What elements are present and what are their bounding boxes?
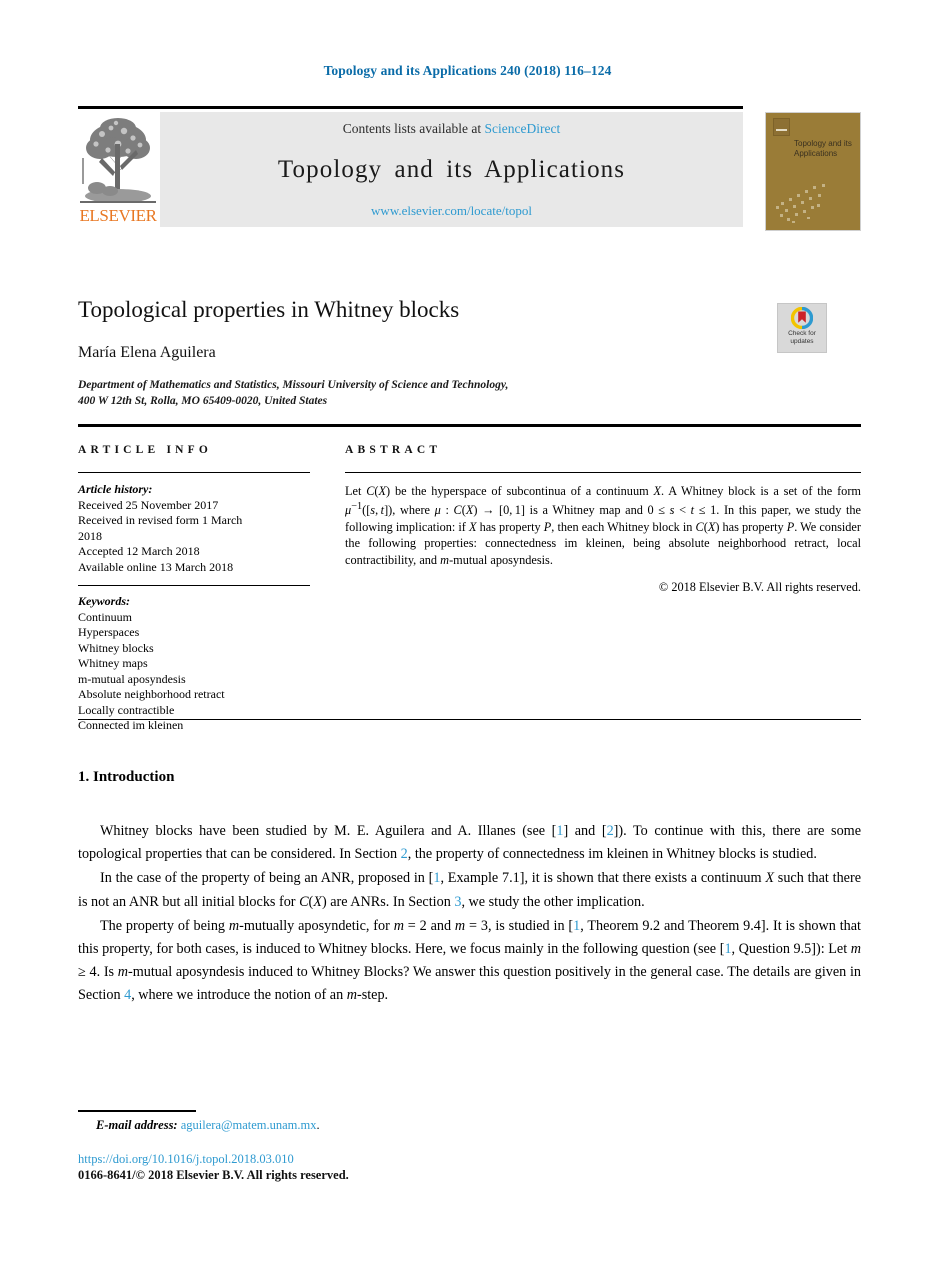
article-history-label: Article history: <box>78 482 153 496</box>
journal-cover-thumbnail[interactable]: Topology and its Applications <box>765 112 861 231</box>
info-block-top-rule <box>78 424 861 427</box>
paper-page: Topology and its Applications 240 (2018)… <box>0 0 935 1266</box>
article-history: Article history: Received 25 November 20… <box>78 482 310 575</box>
author-affiliation: Department of Mathematics and Statistics… <box>78 378 698 409</box>
sciencedirect-link[interactable]: ScienceDirect <box>485 121 561 136</box>
article-history-item: Received in revised form 1 March <box>78 513 243 527</box>
author-name: María Elena Aguilera <box>78 344 216 361</box>
article-history-item: Accepted 12 March 2018 <box>78 544 200 558</box>
contents-prefix: Contents lists available at <box>342 121 485 136</box>
keywords-top-rule <box>78 585 310 586</box>
running-head: Topology and its Applications 240 (2018)… <box>323 63 612 78</box>
footnote-rule <box>78 1110 196 1112</box>
abstract-rule <box>345 472 861 473</box>
article-history-item: Received 25 November 2017 <box>78 497 219 512</box>
keyword-item: Whitney maps <box>78 656 148 670</box>
abstract-heading: ABSTRACT <box>345 444 442 456</box>
keyword-item: Locally contractible <box>78 702 175 717</box>
abstract-body: Let C(X) be the hyperspace of subcontinu… <box>345 484 862 567</box>
email-label: E-mail address: <box>96 1118 178 1132</box>
introduction-body: Whitney blocks have been studied by M. E… <box>78 820 861 1008</box>
abstract-copyright: © 2018 Elsevier B.V. All rights reserved… <box>658 580 861 595</box>
masthead-top-rule <box>78 106 743 109</box>
cover-fractal-graphic <box>774 176 836 224</box>
journal-masthead: ELSEVIER Contents lists available at Sci… <box>78 112 743 227</box>
citation-link-1[interactable]: 1 <box>433 870 440 886</box>
section-link-3[interactable]: 3 <box>454 894 461 910</box>
article-history-item: Available online 13 March 2018 <box>78 559 234 574</box>
issn-copyright-line: 0166-8641/© 2018 Elsevier B.V. All right… <box>78 1168 349 1182</box>
journal-title: Topology and its Applications <box>277 156 626 183</box>
crossmark-badge[interactable]: Check for updates <box>777 303 827 353</box>
keyword-item: Hyperspaces <box>78 625 140 639</box>
elsevier-tree-icon <box>80 114 156 206</box>
citation-link-2[interactable]: 2 <box>607 823 614 839</box>
article-info-column: ARTICLE INFO Article history: Received 2… <box>78 444 310 734</box>
article-info-rule <box>78 472 310 473</box>
keyword-item: Continuum <box>78 609 133 624</box>
keyword-item: Whitney blocks <box>78 640 154 655</box>
email-period: . <box>316 1118 320 1132</box>
paragraph: In the case of the property of being an … <box>78 870 861 910</box>
section-heading-introduction: 1. Introduction <box>78 769 175 785</box>
cover-title: Topology and its Applications <box>794 139 852 158</box>
masthead-band: Contents lists available at ScienceDirec… <box>160 112 743 227</box>
affiliation-line-2: 400 W 12th St, Rolla, MO 65409-0020, Uni… <box>78 394 328 407</box>
citation-link-1[interactable]: 1 <box>573 918 580 934</box>
abstract-column: ABSTRACT Let C(X) be the hyperspace of s… <box>345 444 861 595</box>
crossmark-icon <box>790 306 814 330</box>
paragraph: The property of being m-mutually aposynd… <box>78 917 861 1004</box>
article-history-item: 2018 <box>78 528 102 543</box>
email-link[interactable]: aguilera@matem.unam.mx <box>181 1118 317 1132</box>
keyword-item: m-mutual aposyndesis <box>78 671 186 686</box>
cover-elsevier-mark-icon <box>773 118 790 136</box>
doi-link[interactable]: https://doi.org/10.1016/j.topol.2018.03.… <box>78 1152 294 1167</box>
keywords-label: Keywords: <box>78 594 130 608</box>
affiliation-line-1: Department of Mathematics and Statistics… <box>78 379 509 391</box>
keyword-item: Absolute neighborhood retract <box>78 687 225 701</box>
crossmark-label: Check for updates <box>778 330 826 346</box>
footnote-email: E-mail address: aguilera@matem.unam.mx. <box>96 1118 320 1133</box>
elsevier-wordmark: ELSEVIER <box>79 206 157 225</box>
section-link-2[interactable]: 2 <box>401 846 408 862</box>
citation-link-1[interactable]: 1 <box>724 941 731 957</box>
crossmark-line-1: Check for <box>788 330 816 337</box>
crossmark-line-2: updates <box>790 338 814 345</box>
journal-url[interactable]: www.elsevier.com/locate/topol <box>160 203 743 219</box>
keyword-item: Connected im kleinen <box>78 718 184 732</box>
elsevier-logo: ELSEVIER <box>78 112 158 227</box>
paragraph: Whitney blocks have been studied by M. E… <box>78 823 862 863</box>
info-block-bottom-rule <box>78 719 861 720</box>
section-link-4[interactable]: 4 <box>124 987 131 1003</box>
contents-lists-line: Contents lists available at ScienceDirec… <box>160 121 743 137</box>
article-info-heading: ARTICLE INFO <box>78 444 213 456</box>
citation-link-1[interactable]: 1 <box>556 823 563 839</box>
keywords-list: Keywords: Continuum Hyperspaces Whitney … <box>78 594 310 734</box>
page-title: Topological properties in Whitney blocks <box>78 297 460 322</box>
